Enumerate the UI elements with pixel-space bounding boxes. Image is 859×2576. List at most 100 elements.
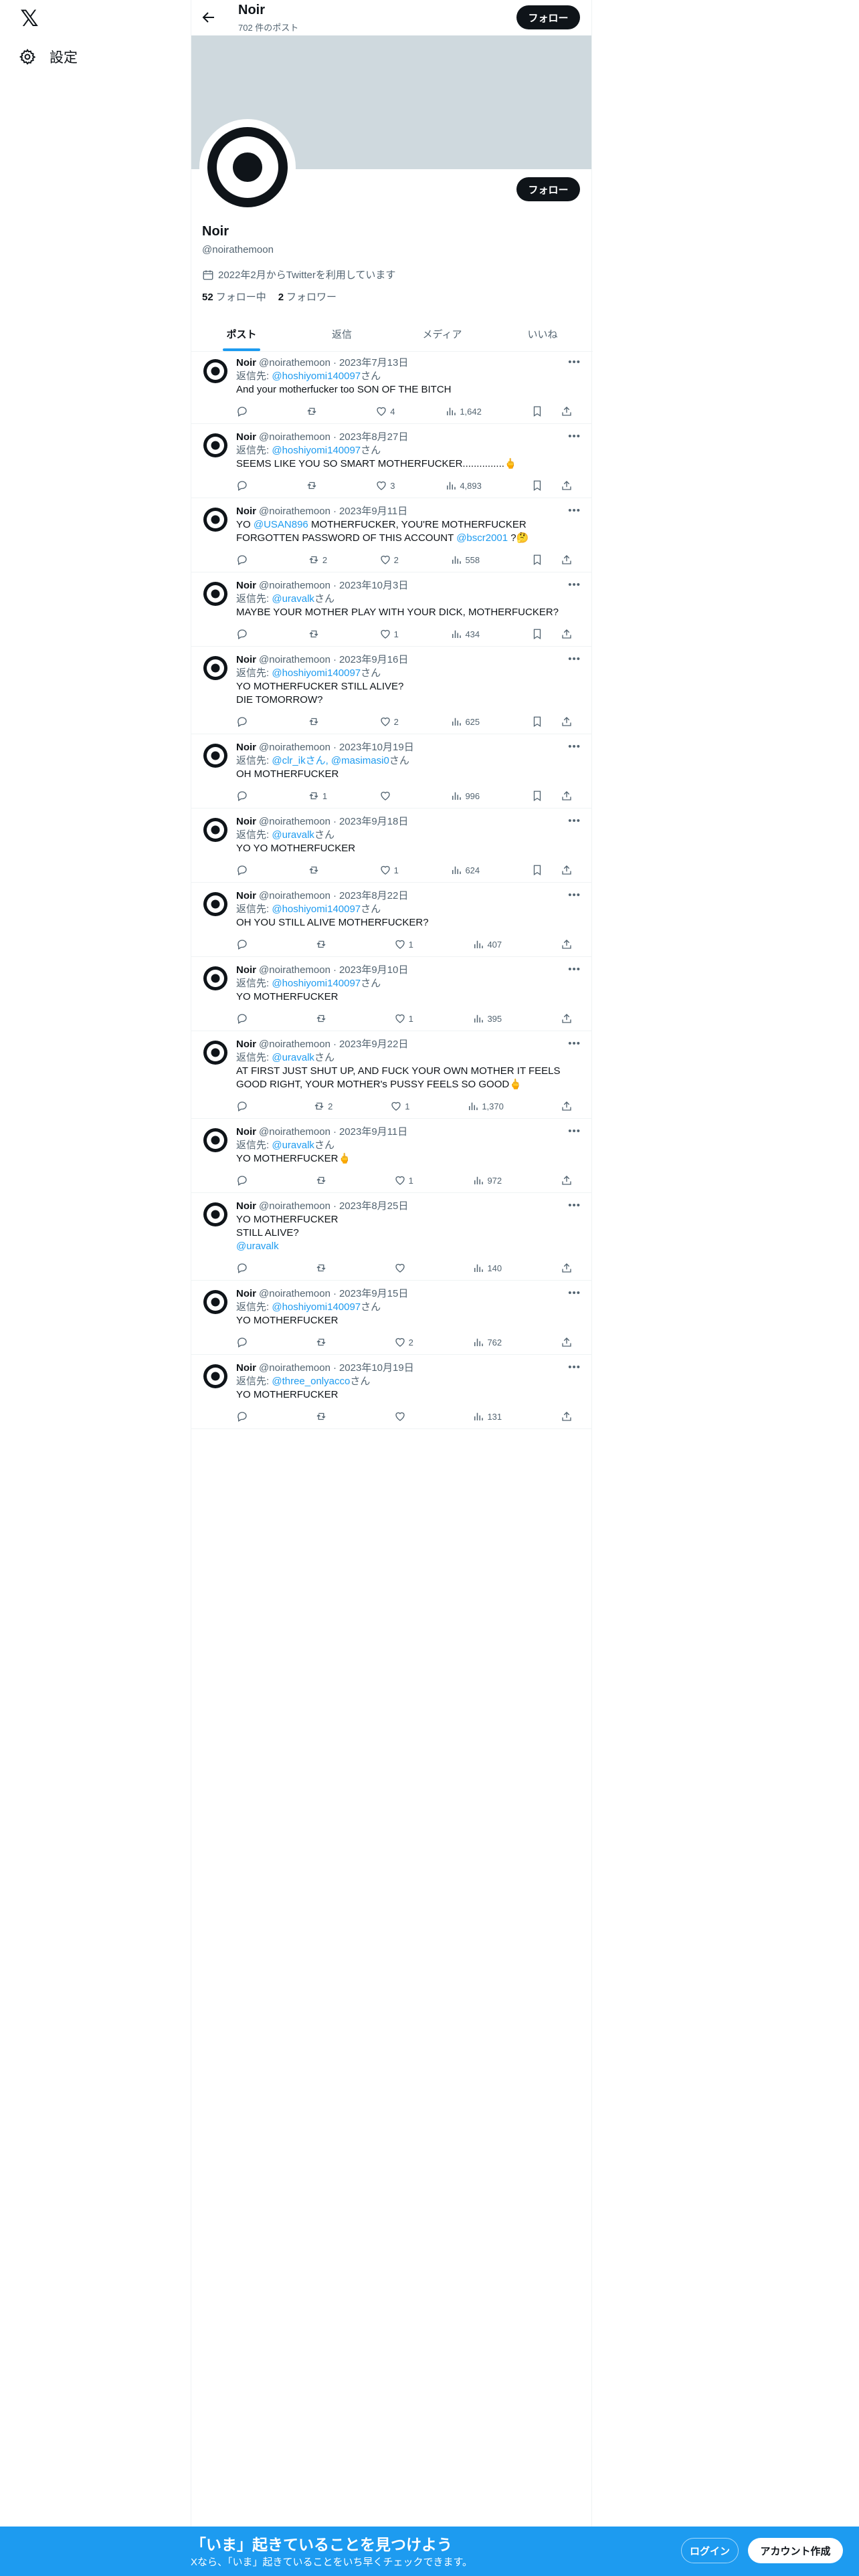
share-button[interactable] xyxy=(561,938,581,950)
views-button[interactable]: 434 xyxy=(450,628,480,640)
tweet[interactable]: Noir @noirathemoon · 2023年7月13日 ••• 返信先: @hos… xyxy=(191,350,591,424)
like-button[interactable]: 2 xyxy=(379,554,399,566)
retweet-button[interactable] xyxy=(315,1336,335,1348)
tweet[interactable]: Noir @noirathemoon · 2023年8月25日 ••• YO MOTHER… xyxy=(191,1193,591,1281)
reply-button[interactable] xyxy=(236,1410,256,1422)
bookmark-button[interactable] xyxy=(531,628,551,640)
nav-settings[interactable]: 設定 xyxy=(19,47,78,67)
like-button[interactable]: 1 xyxy=(379,628,399,640)
reply-button[interactable] xyxy=(236,716,256,728)
tweet[interactable]: Noir @noirathemoon · 2023年9月16日 ••• 返信先: @hos… xyxy=(191,647,591,734)
tab-media[interactable]: メディア xyxy=(392,316,492,351)
reply-button[interactable] xyxy=(236,1262,256,1274)
retweet-button[interactable] xyxy=(315,1262,335,1274)
bookmark-button[interactable] xyxy=(531,405,551,417)
more-options-icon[interactable]: ••• xyxy=(568,1200,581,1211)
views-button[interactable]: 140 xyxy=(472,1262,502,1274)
more-options-icon[interactable]: ••• xyxy=(568,815,581,827)
share-button[interactable] xyxy=(561,628,581,640)
views-button[interactable]: 1,370 xyxy=(467,1100,504,1112)
tweet[interactable]: Noir @noirathemoon · 2023年9月10日 ••• 返信先: @hos… xyxy=(191,957,591,1031)
tab-posts[interactable]: ポスト xyxy=(191,316,292,351)
tweet[interactable]: Noir @noirathemoon · 2023年9月11日 ••• YO @USAN8… xyxy=(191,498,591,572)
tweet[interactable]: Noir @noirathemoon · 2023年9月15日 ••• 返信先: @hos… xyxy=(191,1281,591,1355)
avatar[interactable] xyxy=(202,965,229,992)
share-button[interactable] xyxy=(561,1174,581,1186)
tab-replies[interactable]: 返信 xyxy=(292,316,392,351)
reply-mention[interactable]: @uravalk xyxy=(272,593,314,605)
share-button[interactable] xyxy=(561,405,581,417)
like-button[interactable] xyxy=(394,1410,414,1422)
reply-mention[interactable]: @hoshiyomi140097 xyxy=(272,1301,361,1313)
like-button[interactable]: 1 xyxy=(379,864,399,876)
like-button[interactable]: 4 xyxy=(375,405,395,417)
like-button[interactable]: 1 xyxy=(394,1012,414,1025)
reply-mention[interactable]: @hoshiyomi140097 xyxy=(272,445,361,456)
tweet[interactable]: Noir @noirathemoon · 2023年9月18日 ••• 返信先: @ura… xyxy=(191,809,591,883)
like-button[interactable] xyxy=(379,790,399,802)
like-button[interactable]: 2 xyxy=(379,716,399,728)
more-options-icon[interactable]: ••• xyxy=(568,356,581,368)
retweet-button[interactable] xyxy=(308,864,328,876)
reply-mention[interactable]: @clr_ikさん, @masimasi0 xyxy=(272,755,389,766)
like-button[interactable]: 1 xyxy=(390,1100,410,1112)
share-button[interactable] xyxy=(561,1410,581,1422)
retweet-button[interactable] xyxy=(315,1174,335,1186)
more-options-icon[interactable]: ••• xyxy=(568,1362,581,1373)
reply-mention[interactable]: @hoshiyomi140097 xyxy=(272,370,361,382)
retweet-button[interactable] xyxy=(306,479,326,492)
followers-link[interactable]: 2 フォロワー xyxy=(278,290,337,304)
like-button[interactable]: 1 xyxy=(394,1174,414,1186)
reply-button[interactable] xyxy=(236,1174,256,1186)
follow-button-top[interactable]: フォロー xyxy=(516,5,580,29)
reply-button[interactable] xyxy=(236,790,256,802)
reply-button[interactable] xyxy=(236,938,256,950)
avatar[interactable] xyxy=(202,891,229,918)
share-button[interactable] xyxy=(561,864,581,876)
share-button[interactable] xyxy=(561,1100,581,1112)
views-button[interactable]: 558 xyxy=(450,554,480,566)
more-options-icon[interactable]: ••• xyxy=(568,505,581,516)
tweet-mention[interactable]: @uravalk xyxy=(236,1241,279,1252)
share-button[interactable] xyxy=(561,479,581,492)
tab-likes[interactable]: いいね xyxy=(492,316,593,351)
like-button[interactable] xyxy=(394,1262,414,1274)
retweet-button[interactable] xyxy=(308,716,328,728)
reply-mention[interactable]: @uravalk xyxy=(272,829,314,841)
retweet-button[interactable]: 1 xyxy=(308,790,328,802)
avatar[interactable] xyxy=(202,506,229,533)
views-button[interactable]: 407 xyxy=(472,938,502,950)
views-button[interactable]: 395 xyxy=(472,1012,502,1025)
following-link[interactable]: 52 フォロー中 xyxy=(202,290,266,304)
share-button[interactable] xyxy=(561,716,581,728)
more-options-icon[interactable]: ••• xyxy=(568,431,581,442)
signup-button[interactable]: アカウント作成 xyxy=(748,2538,843,2563)
reply-mention[interactable]: @hoshiyomi140097 xyxy=(272,903,361,915)
tweet[interactable]: Noir @noirathemoon · 2023年10月19日 ••• 返信先: @th… xyxy=(191,1355,591,1429)
avatar[interactable] xyxy=(202,358,229,385)
avatar[interactable] xyxy=(202,580,229,607)
reply-button[interactable] xyxy=(236,405,256,417)
retweet-button[interactable] xyxy=(315,938,335,950)
reply-button[interactable] xyxy=(236,1012,256,1025)
tweet[interactable]: Noir @noirathemoon · 2023年9月11日 ••• 返信先: @ura… xyxy=(191,1119,591,1193)
more-options-icon[interactable]: ••• xyxy=(568,653,581,665)
tweet[interactable]: Noir @noirathemoon · 2023年9月22日 ••• 返信先: @ura… xyxy=(191,1031,591,1119)
reply-button[interactable] xyxy=(236,864,256,876)
reply-mention[interactable]: @uravalk xyxy=(272,1140,314,1151)
like-button[interactable]: 2 xyxy=(394,1336,414,1348)
tweet[interactable]: Noir @noirathemoon · 2023年10月19日 ••• 返信先: @cl… xyxy=(191,734,591,809)
back-arrow-icon[interactable] xyxy=(201,9,217,25)
login-button[interactable]: ログイン xyxy=(681,2538,739,2563)
reply-mention[interactable]: @uravalk xyxy=(272,1052,314,1063)
reply-button[interactable] xyxy=(236,554,256,566)
like-button[interactable]: 1 xyxy=(394,938,414,950)
more-options-icon[interactable]: ••• xyxy=(568,964,581,975)
avatar[interactable] xyxy=(202,432,229,459)
profile-avatar[interactable] xyxy=(199,119,296,215)
views-button[interactable]: 1,642 xyxy=(445,405,482,417)
tweet[interactable]: Noir @noirathemoon · 2023年8月27日 ••• 返信先: @hos… xyxy=(191,424,591,498)
views-button[interactable]: 131 xyxy=(472,1410,502,1422)
avatar[interactable] xyxy=(202,1289,229,1315)
bookmark-button[interactable] xyxy=(531,479,551,492)
